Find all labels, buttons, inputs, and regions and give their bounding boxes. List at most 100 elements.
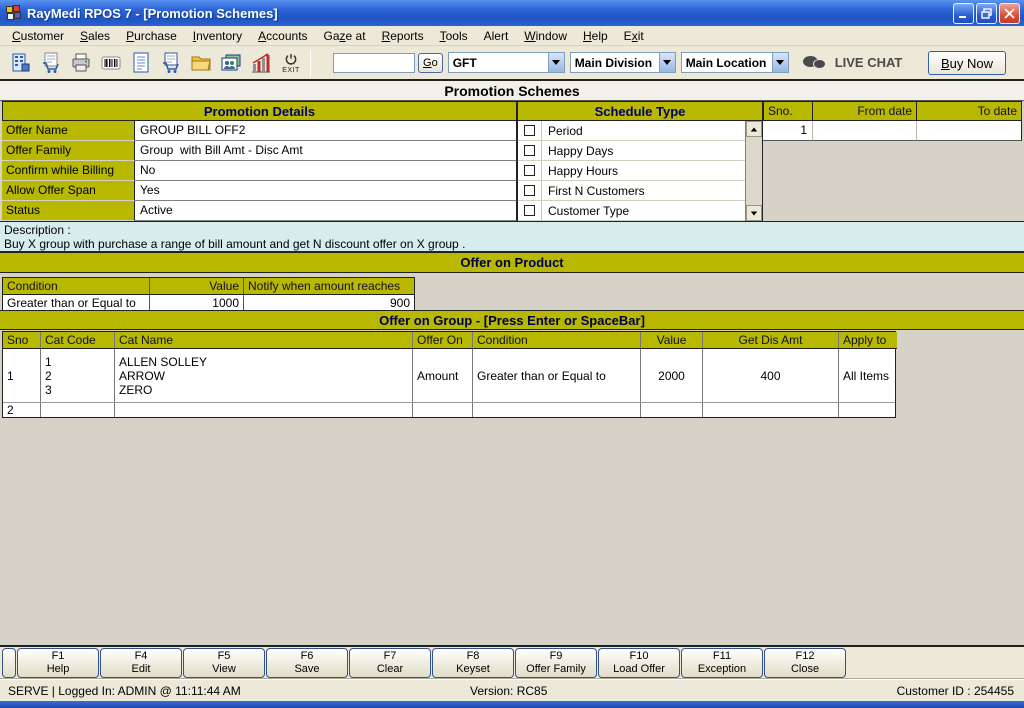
menu-item-sales[interactable]: Sales: [72, 27, 118, 45]
schedule-sno-cell[interactable]: 1: [763, 121, 813, 141]
customers-icon[interactable]: [216, 47, 246, 78]
schedule-option-customer-type[interactable]: Customer Type: [518, 201, 745, 221]
schedule-option-happy-days[interactable]: Happy Days: [518, 141, 745, 161]
page-title: Promotion Schemes: [0, 81, 1024, 101]
field-value[interactable]: Group with Bill Amt - Disc Amt: [135, 141, 517, 161]
group-table-cell[interactable]: 123: [41, 349, 115, 402]
fn-button-f10[interactable]: F10 Load Offer: [598, 648, 680, 678]
fn-button-f4[interactable]: F4 Edit: [100, 648, 182, 678]
group-table-cell[interactable]: [41, 403, 115, 417]
field-value[interactable]: Active: [135, 201, 517, 221]
checkbox-icon[interactable]: [524, 185, 535, 196]
offer-on-product-header: Offer on Product: [0, 253, 1024, 273]
checkbox-icon[interactable]: [524, 165, 535, 176]
schedule-option-period[interactable]: Period: [518, 121, 745, 141]
fn-button-f9[interactable]: F9 Offer Family: [515, 648, 597, 678]
menu-item-reports[interactable]: Reports: [374, 27, 432, 45]
group-table-cell[interactable]: ALLEN SOLLEY ARROW ZERO: [115, 349, 413, 402]
location-select[interactable]: Main Location: [680, 52, 789, 73]
printer-icon[interactable]: [66, 47, 96, 78]
report-icon[interactable]: [126, 47, 156, 78]
fn-button-f8[interactable]: F8 Keyset: [432, 648, 514, 678]
column-header-notify: Notify when amount reaches: [244, 278, 414, 295]
bill-machine-icon[interactable]: [6, 47, 36, 78]
buy-now-button[interactable]: Buy Now: [927, 51, 1006, 75]
group-table-cell[interactable]: [703, 403, 839, 417]
field-label: Allow Offer Span: [2, 181, 135, 201]
window-title: RayMedi RPOS 7 - [Promotion Schemes]: [27, 5, 278, 21]
close-icon[interactable]: [999, 2, 1020, 24]
group-table-cell[interactable]: All Items: [839, 349, 897, 402]
description-label: Description :: [4, 223, 71, 237]
group-table-cell[interactable]: 1: [3, 349, 41, 402]
checkbox-icon[interactable]: [524, 205, 535, 216]
restore-button[interactable]: [976, 2, 997, 24]
menu-item-accounts[interactable]: Accounts: [250, 27, 315, 45]
product-notify-cell[interactable]: 900: [244, 295, 414, 311]
division-select-value: Main Division: [574, 55, 653, 70]
field-value[interactable]: No: [135, 161, 517, 181]
chevron-down-icon[interactable]: [547, 53, 564, 72]
group-table-cell[interactable]: Amount: [413, 349, 473, 402]
checkbox-icon[interactable]: [524, 125, 535, 136]
scroll-down-icon[interactable]: [746, 205, 762, 221]
group-table-cell[interactable]: [115, 403, 413, 417]
group-table-cell[interactable]: [839, 403, 897, 417]
division-select[interactable]: Main Division: [569, 52, 676, 73]
go-button[interactable]: Go: [418, 52, 443, 73]
group-table-cell[interactable]: [473, 403, 641, 417]
checkbox-icon[interactable]: [524, 145, 535, 156]
scroll-up-icon[interactable]: [746, 121, 762, 137]
menu-item-inventory[interactable]: Inventory: [185, 27, 250, 45]
fn-button-f11[interactable]: F11 Exception: [681, 648, 763, 678]
live-chat-link[interactable]: LIVE CHAT: [802, 54, 902, 72]
schedule-option-happy-hours[interactable]: Happy Hours: [518, 161, 745, 181]
offer-on-group-header: Offer on Group - [Press Enter or SpaceBa…: [0, 310, 1024, 330]
menu-item-help[interactable]: Help: [575, 27, 616, 45]
group-table-cell[interactable]: 2000: [641, 349, 703, 402]
menu-item-exit[interactable]: Exit: [616, 27, 652, 45]
status-version: Version: RC85: [470, 684, 548, 698]
menu-item-alert[interactable]: Alert: [476, 27, 517, 45]
field-value[interactable]: Yes: [135, 181, 517, 201]
blank-button[interactable]: [2, 648, 16, 678]
sales-chart-icon[interactable]: [246, 47, 276, 78]
menu-item-window[interactable]: Window: [516, 27, 575, 45]
fn-button-f5[interactable]: F5 View: [183, 648, 265, 678]
listbox-scrollbar[interactable]: [745, 121, 762, 221]
menu-item-gaze-at[interactable]: Gaze at: [316, 27, 374, 45]
menu-item-purchase[interactable]: Purchase: [118, 27, 185, 45]
sales-cart-icon[interactable]: [36, 47, 66, 78]
group-table-cell[interactable]: 400: [703, 349, 839, 402]
chevron-down-icon[interactable]: [658, 53, 675, 72]
status-bar: SERVE | Logged In: ADMIN @ 11:11:44 AM V…: [0, 679, 1024, 701]
chevron-down-icon[interactable]: [771, 53, 788, 72]
group-table-cell[interactable]: 2: [3, 403, 41, 417]
fn-button-f12[interactable]: F12 Close: [764, 648, 846, 678]
fn-button-f7[interactable]: F7 Clear: [349, 648, 431, 678]
schedule-from-date-cell[interactable]: [813, 121, 917, 141]
schedule-option-first-n-customers[interactable]: First N Customers: [518, 181, 745, 201]
offer-on-group-table: Sno Cat Code Cat Name Offer On Condition…: [2, 331, 897, 418]
menu-item-tools[interactable]: Tools: [432, 27, 476, 45]
group-table-cell[interactable]: [641, 403, 703, 417]
field-value[interactable]: GROUP BILL OFF2: [135, 121, 517, 141]
minimize-button[interactable]: [953, 2, 974, 24]
barcode-icon[interactable]: [96, 47, 126, 78]
fn-button-f6[interactable]: F6 Save: [266, 648, 348, 678]
schedule-to-date-cell[interactable]: [917, 121, 1022, 141]
product-condition-cell[interactable]: Greater than or Equal to: [3, 295, 150, 311]
product-value-cell[interactable]: 1000: [150, 295, 244, 311]
exit-icon[interactable]: EXIT: [276, 47, 306, 78]
toolbar: EXIT Go GFT Main Division Main Location …: [0, 46, 1024, 81]
search-input[interactable]: [333, 52, 415, 73]
folder-icon[interactable]: [186, 47, 216, 78]
description-text: Buy X group with purchase a range of bil…: [4, 237, 466, 251]
purchase-cart-icon[interactable]: [156, 47, 186, 78]
fn-button-f1[interactable]: F1 Help: [17, 648, 99, 678]
menu-item-customer[interactable]: Customer: [4, 27, 72, 45]
company-select[interactable]: GFT: [447, 52, 565, 73]
group-table-cell[interactable]: Greater than or Equal to: [473, 349, 641, 402]
offer-on-group-columns: Sno Cat Code Cat Name Offer On Condition…: [3, 332, 897, 349]
group-table-cell[interactable]: [413, 403, 473, 417]
